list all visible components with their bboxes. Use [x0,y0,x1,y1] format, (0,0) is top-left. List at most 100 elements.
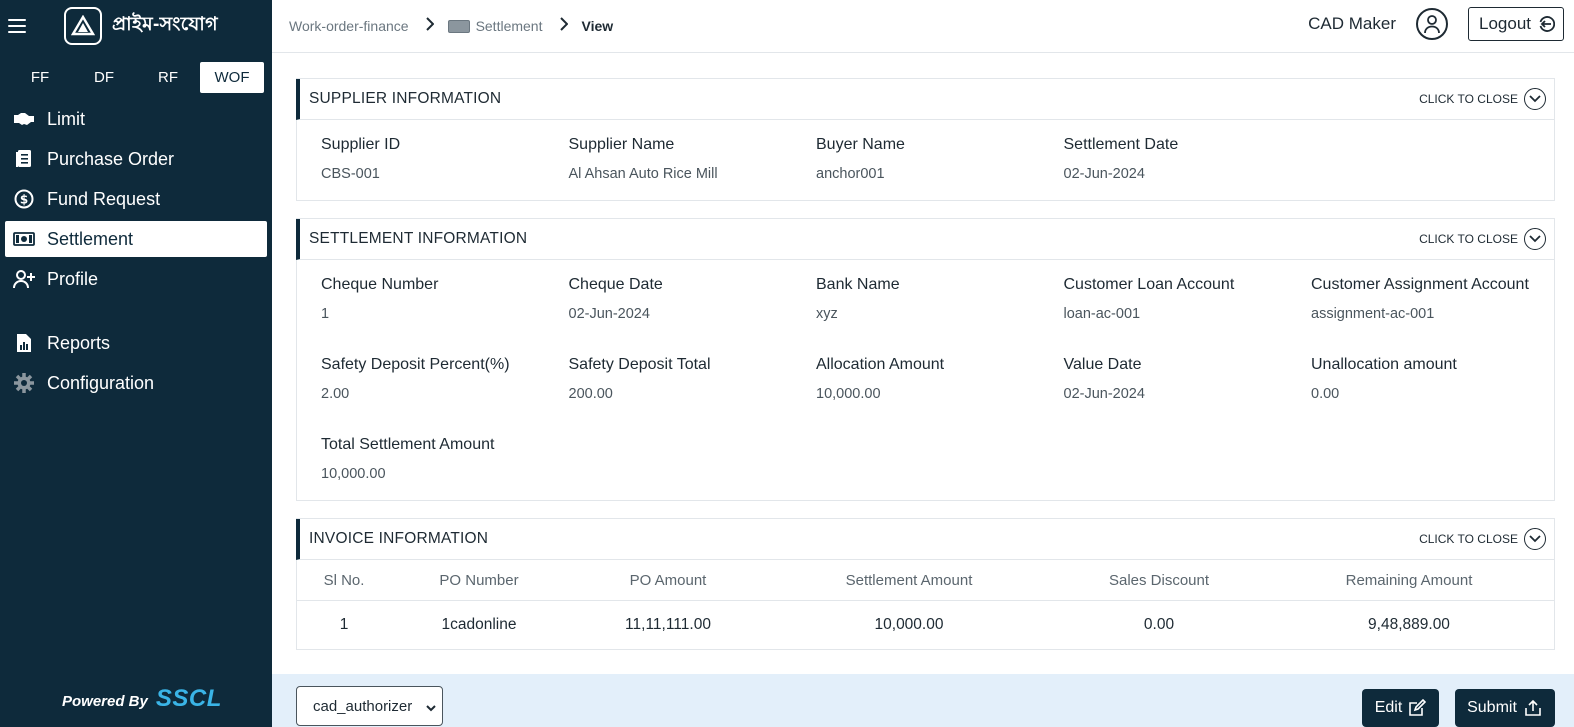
column-header: Settlement Amount [845,571,973,589]
table-cell: 9,48,889.00 [1368,616,1450,633]
collapse-label: CLICK TO CLOSE [1419,232,1518,246]
user-plus-icon [13,269,35,289]
field-buyer-name: Buyer Name anchor001 [816,120,1064,200]
table-cell: 10,000.00 [874,616,944,633]
collapse-toggle[interactable]: CLICK TO CLOSE [1419,228,1546,250]
top-header: Work-order-finance Settlement View CAD M… [272,0,1574,53]
main-content: SUPPLIER INFORMATION CLICK TO CLOSE Supp… [272,54,1574,674]
field-supplier-id: Supplier ID CBS-001 [321,120,569,200]
cash-icon [13,229,35,249]
field-label: Cheque Number [321,276,439,293]
chevron-down-icon [426,700,436,717]
powered-by-brand: SSCL [155,685,222,712]
sidebar-item-label: Profile [47,268,99,289]
field-value: xyz [816,306,838,322]
field-bank-name: Bank Name xyz [816,260,1064,340]
collapse-toggle[interactable]: CLICK TO CLOSE [1419,528,1546,550]
collapse-toggle[interactable]: CLICK TO CLOSE [1419,88,1546,110]
field-label: Customer Assignment Account [1311,276,1529,293]
field-label: Total Settlement Amount [321,436,495,453]
sidebar-item-limit[interactable]: Limit [5,101,267,137]
supplier-information-panel: SUPPLIER INFORMATION CLICK TO CLOSE Supp… [296,78,1555,201]
table-cell: 1 [339,616,349,633]
segment-rf[interactable]: RF [136,62,200,93]
field-value: Al Ahsan Auto Rice Mill [568,166,718,182]
field-customer-loan-account: Customer Loan Account loan-ac-001 [1064,260,1312,340]
chevron-right-icon [559,16,568,36]
action-footer: cad_authorizer Edit Submit [272,674,1574,727]
user-name: CAD Maker [1308,14,1396,33]
user-avatar-icon[interactable] [1416,8,1448,40]
field-safety-deposit-total: Safety Deposit Total 200.00 [569,340,817,420]
sidebar-item-purchase-order[interactable]: Purchase Order [5,141,267,177]
field-grid: Supplier ID CBS-001 Supplier Name Al Ahsan… [296,120,1554,200]
field-supplier-name: Supplier Name Al Ahsan Auto Rice Mill [569,120,817,200]
upload-icon [1525,699,1541,716]
field-value: CBS-001 [321,166,380,182]
gear-icon [13,373,35,393]
sidebar-header: প্রাইম-সংযোগ [0,0,272,52]
breadcrumb-section[interactable]: Settlement [476,18,543,34]
field-grid: Cheque Number 1 Cheque Date 02-Jun-2024 Ba… [296,260,1554,500]
sidebar-item-reports[interactable]: Reports [5,325,267,361]
field-value: 02-Jun-2024 [1063,166,1145,182]
breadcrumb: Work-order-finance Settlement View [289,16,613,36]
edit-button[interactable]: Edit [1362,689,1439,727]
sidebar-item-profile[interactable]: Profile [5,261,267,297]
document-list-icon [13,149,35,169]
table-cell: 0.00 [1143,616,1175,633]
table-cell: 11,11,111.00 [625,616,711,633]
field-value: loan-ac-001 [1063,306,1141,322]
field-value: 02-Jun-2024 [1063,386,1145,402]
cash-icon [447,19,470,33]
authorizer-select-value: cad_authorizer [313,697,413,715]
edit-label: Edit [1374,699,1403,716]
field-value: assignment-ac-001 [1311,306,1435,322]
panel-title: INVOICE INFORMATION [309,530,489,547]
field-label: Supplier Name [568,136,675,153]
submit-label: Submit [1467,699,1517,716]
panel-title: SUPPLIER INFORMATION [309,90,502,107]
field-label: Bank Name [816,276,900,293]
field-cheque-number: Cheque Number 1 [321,260,569,340]
field-label: Settlement Date [1063,136,1179,153]
submit-button[interactable]: Submit [1455,689,1555,727]
chevron-down-circle-icon [1524,88,1546,110]
column-header: Remaining Amount [1345,571,1473,589]
column-header: PO Number [439,571,519,589]
powered-by-label: Powered By [62,693,148,710]
logout-button[interactable]: Logout [1468,7,1564,41]
collapse-label: CLICK TO CLOSE [1419,92,1518,106]
segment-wof[interactable]: WOF [200,62,264,93]
field-customer-assignment-account: Customer Assignment Account assignment-ac… [1311,260,1559,340]
logout-icon [1539,16,1555,32]
sidebar-item-fund-request[interactable]: $ Fund Request [5,181,267,217]
breadcrumb-root[interactable]: Work-order-finance [289,18,409,34]
sidebar-item-label: Fund Request [47,188,161,209]
panel-title: SETTLEMENT INFORMATION [309,230,528,247]
invoice-table: Sl No. PO Number PO Amount Settlement Am… [296,560,1554,649]
authorizer-select[interactable]: cad_authorizer [296,686,443,726]
chevron-right-icon [425,16,434,36]
field-settlement-date: Settlement Date 02-Jun-2024 [1064,120,1312,200]
product-segments: FF DF RF WOF [8,62,264,93]
menu-icon[interactable] [8,19,26,33]
settlement-information-panel: SETTLEMENT INFORMATION CLICK TO CLOSE Ch… [296,218,1555,501]
field-label: Safety Deposit Percent(%) [321,356,510,373]
field-value: 10,000.00 [816,386,881,402]
collapse-label: CLICK TO CLOSE [1419,532,1518,546]
edit-icon [1409,699,1427,716]
segment-df[interactable]: DF [72,62,136,93]
panel-header: SETTLEMENT INFORMATION CLICK TO CLOSE [296,219,1554,260]
field-label: Allocation Amount [816,356,945,373]
sidebar-item-settlement[interactable]: Settlement [5,221,267,257]
sidebar-item-label: Configuration [47,372,155,393]
sidebar-item-configuration[interactable]: Configuration [5,365,267,401]
handshake-icon [13,109,35,129]
sidebar-item-label: Reports [47,332,111,353]
segment-ff[interactable]: FF [8,62,72,93]
sidebar-item-label: Settlement [47,228,134,249]
field-value-date: Value Date 02-Jun-2024 [1064,340,1312,420]
field-cheque-date: Cheque Date 02-Jun-2024 [569,260,817,340]
dollar-circle-icon: $ [13,189,35,209]
